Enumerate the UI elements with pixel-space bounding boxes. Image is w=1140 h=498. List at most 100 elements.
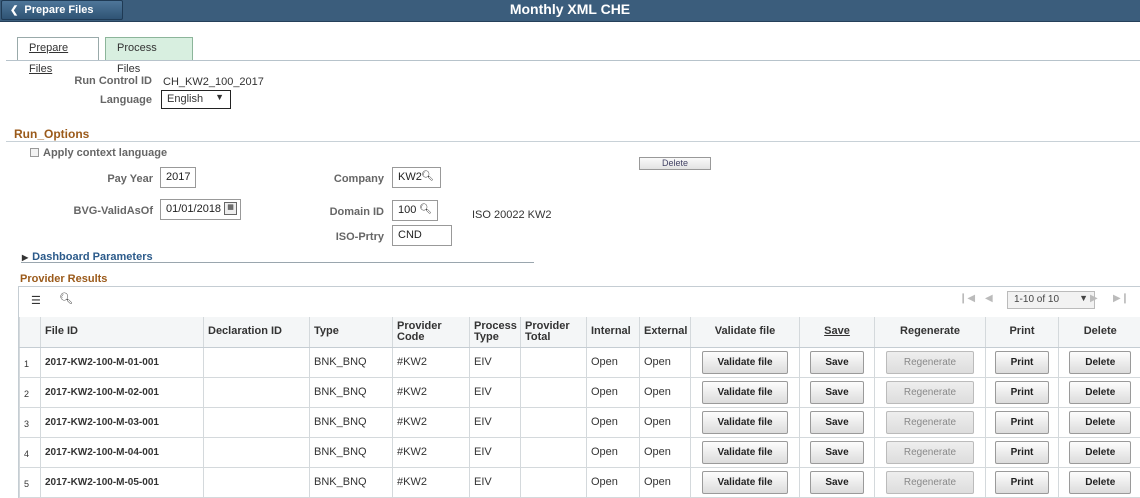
provider-total-cell <box>520 407 587 438</box>
type-cell: BNK_BNQ <box>309 377 393 408</box>
provider-code-cell: #KW2 <box>392 407 470 438</box>
validate-cell: Validate file <box>690 407 800 438</box>
provider-total-cell <box>520 347 587 378</box>
run-options-delete-button[interactable]: Delete <box>639 157 711 170</box>
delete-button[interactable]: Delete <box>1069 440 1132 464</box>
save-button[interactable]: Save <box>810 470 864 494</box>
delete-cell: Delete <box>1058 377 1140 408</box>
delete-button[interactable]: Delete <box>1069 380 1132 404</box>
column-header[interactable]: Process Type <box>469 317 521 348</box>
grid-personalize-icon[interactable]: ☰ <box>31 294 41 307</box>
type-cell: BNK_BNQ <box>309 347 393 378</box>
pay-year-input[interactable]: 2017 <box>160 167 196 188</box>
internal-cell: Open <box>586 347 640 378</box>
provider-total-cell <box>520 377 587 408</box>
column-header[interactable]: Provider Total <box>520 317 587 348</box>
next-page-icon[interactable]: ▶ <box>1090 293 1098 304</box>
regenerate-button[interactable]: Regenerate <box>886 350 974 374</box>
column-header[interactable]: Provider Code <box>392 317 470 348</box>
table-row: 4 2017-KW2-100-M-04-001 BNK_BNQ #KW2 EIV Open… <box>19 437 1140 468</box>
type-cell: BNK_BNQ <box>309 467 393 498</box>
validate-file-button[interactable]: Validate file <box>702 470 788 494</box>
page-range-value: 1-10 of 10 <box>1014 294 1060 305</box>
regenerate-button[interactable]: Regenerate <box>886 410 974 434</box>
regenerate-button[interactable]: Regenerate <box>886 440 974 464</box>
print-button[interactable]: Print <box>995 410 1049 434</box>
prev-page-icon[interactable]: ◀ <box>985 293 993 304</box>
delete-button[interactable]: Delete <box>1069 350 1132 374</box>
print-button[interactable]: Print <box>995 440 1049 464</box>
column-header[interactable]: Type <box>309 317 393 348</box>
search-icon[interactable]: 🔍︎ <box>59 292 73 305</box>
bvg-validasof-value: 01/01/2018 <box>166 203 222 215</box>
print-button[interactable]: Print <box>995 380 1049 404</box>
dropdown-arrow-icon: ▼ <box>1079 293 1088 303</box>
row-number: 1 <box>19 347 41 378</box>
search-icon[interactable]: 🔍︎ <box>421 171 434 182</box>
delete-cell: Delete <box>1058 467 1140 498</box>
company-input[interactable]: KW2 🔍︎ <box>392 167 441 188</box>
validate-file-button[interactable]: Validate file <box>702 410 788 434</box>
validate-file-button[interactable]: Validate file <box>702 380 788 404</box>
regenerate-cell: Regenerate <box>874 467 986 498</box>
language-select[interactable]: English ▼ <box>161 90 231 109</box>
save-cell: Save <box>799 437 875 468</box>
column-header: Regenerate <box>874 317 986 348</box>
tab-prepare-files[interactable]: Prepare Files <box>17 37 99 75</box>
column-header[interactable]: External <box>639 317 691 348</box>
save-button[interactable]: Save <box>810 410 864 434</box>
iso-prtry-input[interactable]: CND <box>392 225 452 246</box>
print-cell: Print <box>985 347 1059 378</box>
save-button[interactable]: Save <box>810 380 864 404</box>
print-button[interactable]: Print <box>995 350 1049 374</box>
provider-results-title: Provider Results <box>20 273 108 285</box>
column-header: Save <box>799 317 875 348</box>
apply-context-checkbox[interactable] <box>30 148 39 157</box>
file-id-cell: 2017-KW2-100-M-01-001 <box>40 347 204 378</box>
provider-total-cell <box>520 467 587 498</box>
chevron-left-icon: ❮ <box>10 4 19 16</box>
tab-process-files-label: Process Files <box>117 42 157 75</box>
save-button[interactable]: Save <box>810 440 864 464</box>
delete-cell: Delete <box>1058 347 1140 378</box>
page-range-select[interactable]: 1-10 of 10 ▼ <box>1007 291 1095 309</box>
delete-button[interactable]: Delete <box>1069 410 1132 434</box>
provider-results-table: File ID Declaration ID Type Provider Cod… <box>19 317 1140 498</box>
top-header-bar: ❮ Prepare Files Monthly XML CHE <box>0 0 1140 22</box>
regenerate-button[interactable]: Regenerate <box>886 470 974 494</box>
print-button[interactable]: Print <box>995 470 1049 494</box>
dashboard-divider <box>21 262 534 263</box>
save-cell: Save <box>799 407 875 438</box>
file-id-cell: 2017-KW2-100-M-03-001 <box>40 407 204 438</box>
calendar-icon[interactable]: ▦ <box>224 202 237 215</box>
bvg-validasof-input[interactable]: 01/01/2018 ▦ <box>160 199 241 220</box>
back-button[interactable]: ❮ Prepare Files <box>1 0 123 20</box>
domain-id-input[interactable]: 100 🔍︎ <box>392 200 438 221</box>
delete-button[interactable]: Delete <box>1069 470 1132 494</box>
save-button[interactable]: Save <box>810 350 864 374</box>
regenerate-cell: Regenerate <box>874 347 986 378</box>
table-row: 2 2017-KW2-100-M-02-001 BNK_BNQ #KW2 EIV Open… <box>19 377 1140 408</box>
run-options-title: Run_Options <box>14 127 90 141</box>
column-header[interactable]: Declaration ID <box>203 317 310 348</box>
column-header[interactable]: Internal <box>586 317 640 348</box>
company-value: KW2 <box>398 171 422 183</box>
print-cell: Print <box>985 437 1059 468</box>
regenerate-button[interactable]: Regenerate <box>886 380 974 404</box>
run-options-divider <box>6 141 1140 142</box>
validate-file-button[interactable]: Validate file <box>702 440 788 464</box>
provider-total-cell <box>520 437 587 468</box>
language-select-value: English <box>167 93 204 105</box>
regenerate-cell: Regenerate <box>874 437 986 468</box>
tab-process-files[interactable]: Process Files <box>105 37 193 75</box>
column-header[interactable]: File ID <box>40 317 204 348</box>
file-id-cell: 2017-KW2-100-M-02-001 <box>40 377 204 408</box>
validate-file-button[interactable]: Validate file <box>702 350 788 374</box>
declaration-id-cell <box>203 407 310 438</box>
search-icon[interactable]: 🔍︎ <box>419 204 432 215</box>
first-page-icon[interactable]: ❙◀ <box>959 293 975 304</box>
file-id-cell: 2017-KW2-100-M-05-001 <box>40 467 204 498</box>
grid-toolbar: ☰ 🔍︎ ❙◀ ◀ 1-10 of 10 ▼ ▶ ▶❙ <box>19 287 1140 317</box>
apply-context-label: Apply context language <box>43 147 168 159</box>
last-page-icon[interactable]: ▶❙ <box>1113 293 1129 304</box>
